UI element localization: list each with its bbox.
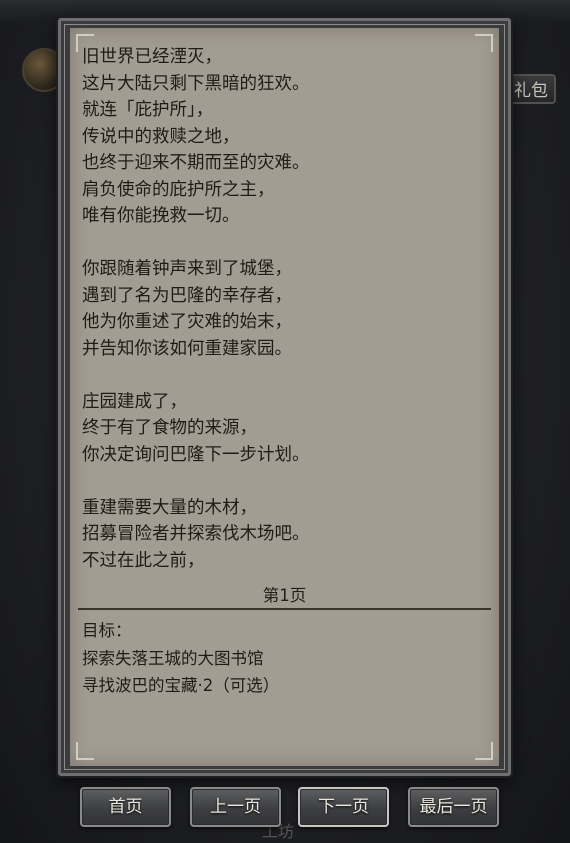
corner-ornament [76,742,94,760]
story-line [82,362,482,389]
story-text: 旧世界已经湮灭， 这片大陆只剩下黑暗的狂欢。 就连「庇护所」， 传说中的救赎之地… [82,44,482,574]
goal-item: 探索失落王城的大图书馆 [82,648,264,668]
story-line [82,230,482,257]
story-line: 不过在此之前， [82,550,205,571]
story-line: 也终于迎来不期而至的灾难。 [82,153,310,173]
goals-title: 目标： [82,621,132,640]
story-line: 传说中的救赎之地， [82,126,240,147]
story-line: 招募冒险者并探索伐木场吧。 [82,524,310,544]
previous-page-button[interactable]: 上一页 [190,787,281,827]
story-line: 遇到了名为巴隆的幸存者， [82,285,292,306]
corner-ornament [475,742,493,760]
game-screen: 礼包 工坊 旧世界已经湮灭， 这片大陆只剩下黑暗的狂欢。 就连「庇护所」， 传说… [0,0,570,843]
page-number: 第1页 [262,586,307,605]
story-line: 并告知你该如何重建家园。 [82,338,292,359]
next-page-button[interactable]: 下一页 [298,787,389,827]
first-page-button[interactable]: 首页 [80,787,171,827]
story-line: 这片大陆只剩下黑暗的狂欢。 [82,73,310,94]
divider [78,608,491,610]
story-line: 唯有你能挽救一切。 [82,206,240,226]
story-line: 你决定询问巴隆下一步计划。 [82,444,310,465]
story-line: 肩负使命的庇护所之主， [82,179,275,200]
story-line: 庄园建成了， [82,391,187,412]
story-line: 终于有了食物的来源， [82,418,257,438]
story-paper: 旧世界已经湮灭， 这片大陆只剩下黑暗的狂欢。 就连「庇护所」， 传说中的救赎之地… [70,28,499,766]
story-line: 重建需要大量的木材， [82,497,257,518]
goals-section: 目标： 探索失落王城的大图书馆 寻找波巴的宝藏·2（可选） [82,617,482,700]
story-line [82,468,482,495]
goal-item: 寻找波巴的宝藏·2（可选） [82,676,280,695]
last-page-button[interactable]: 最后一页 [408,787,499,827]
story-line: 旧世界已经湮灭， [82,47,222,67]
story-line: 你跟随着钟声来到了城堡， [82,259,292,279]
story-line: 就连「庇护所」， [82,100,214,120]
story-line: 他为你重述了灾难的始末， [82,312,292,332]
